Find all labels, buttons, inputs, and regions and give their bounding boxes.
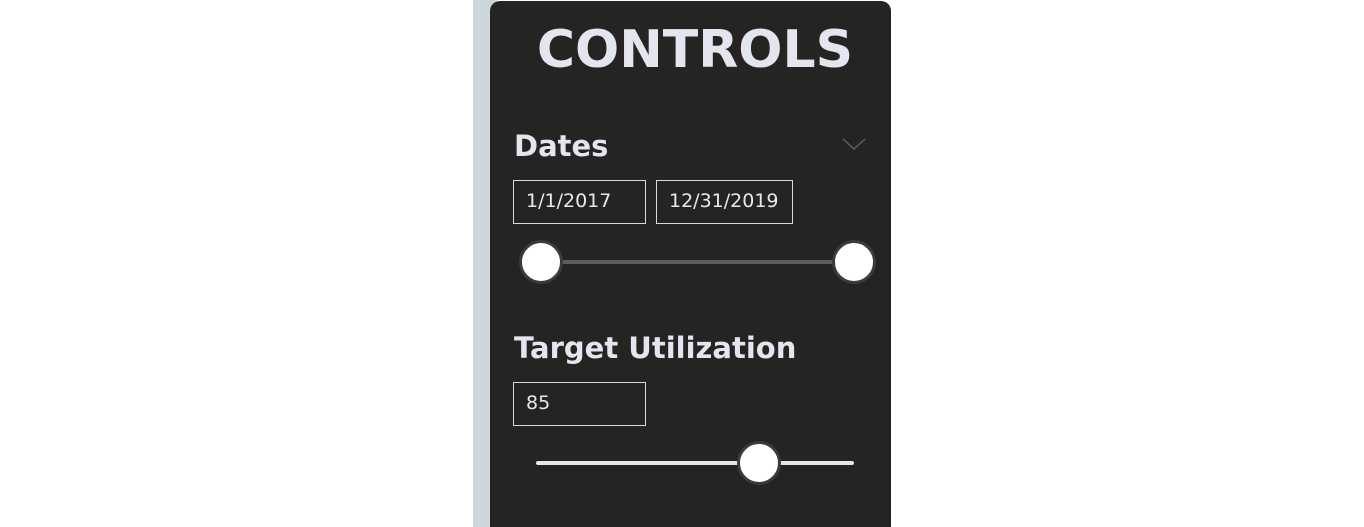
controls-panel: CONTROLS Dates 1/1/2017 12/31/2019 Targe… (490, 1, 891, 527)
report-canvas: CONTROLS Dates 1/1/2017 12/31/2019 Targe… (0, 0, 1364, 527)
dates-label: Dates (514, 129, 609, 163)
start-date-input[interactable]: 1/1/2017 (513, 180, 646, 224)
target-utilization-slider-handle[interactable] (737, 441, 781, 485)
date-range-end-handle[interactable] (832, 240, 876, 284)
date-range-slider-track[interactable] (540, 260, 854, 264)
target-utilization-label: Target Utilization (514, 331, 797, 365)
panel-title: CONTROLS (536, 20, 854, 80)
end-date-input[interactable]: 12/31/2019 (656, 180, 793, 224)
date-range-start-handle[interactable] (519, 240, 563, 284)
chevron-down-icon[interactable] (839, 133, 869, 153)
target-utilization-input[interactable]: 85 (513, 382, 646, 426)
target-utilization-slider-track[interactable] (536, 461, 854, 465)
